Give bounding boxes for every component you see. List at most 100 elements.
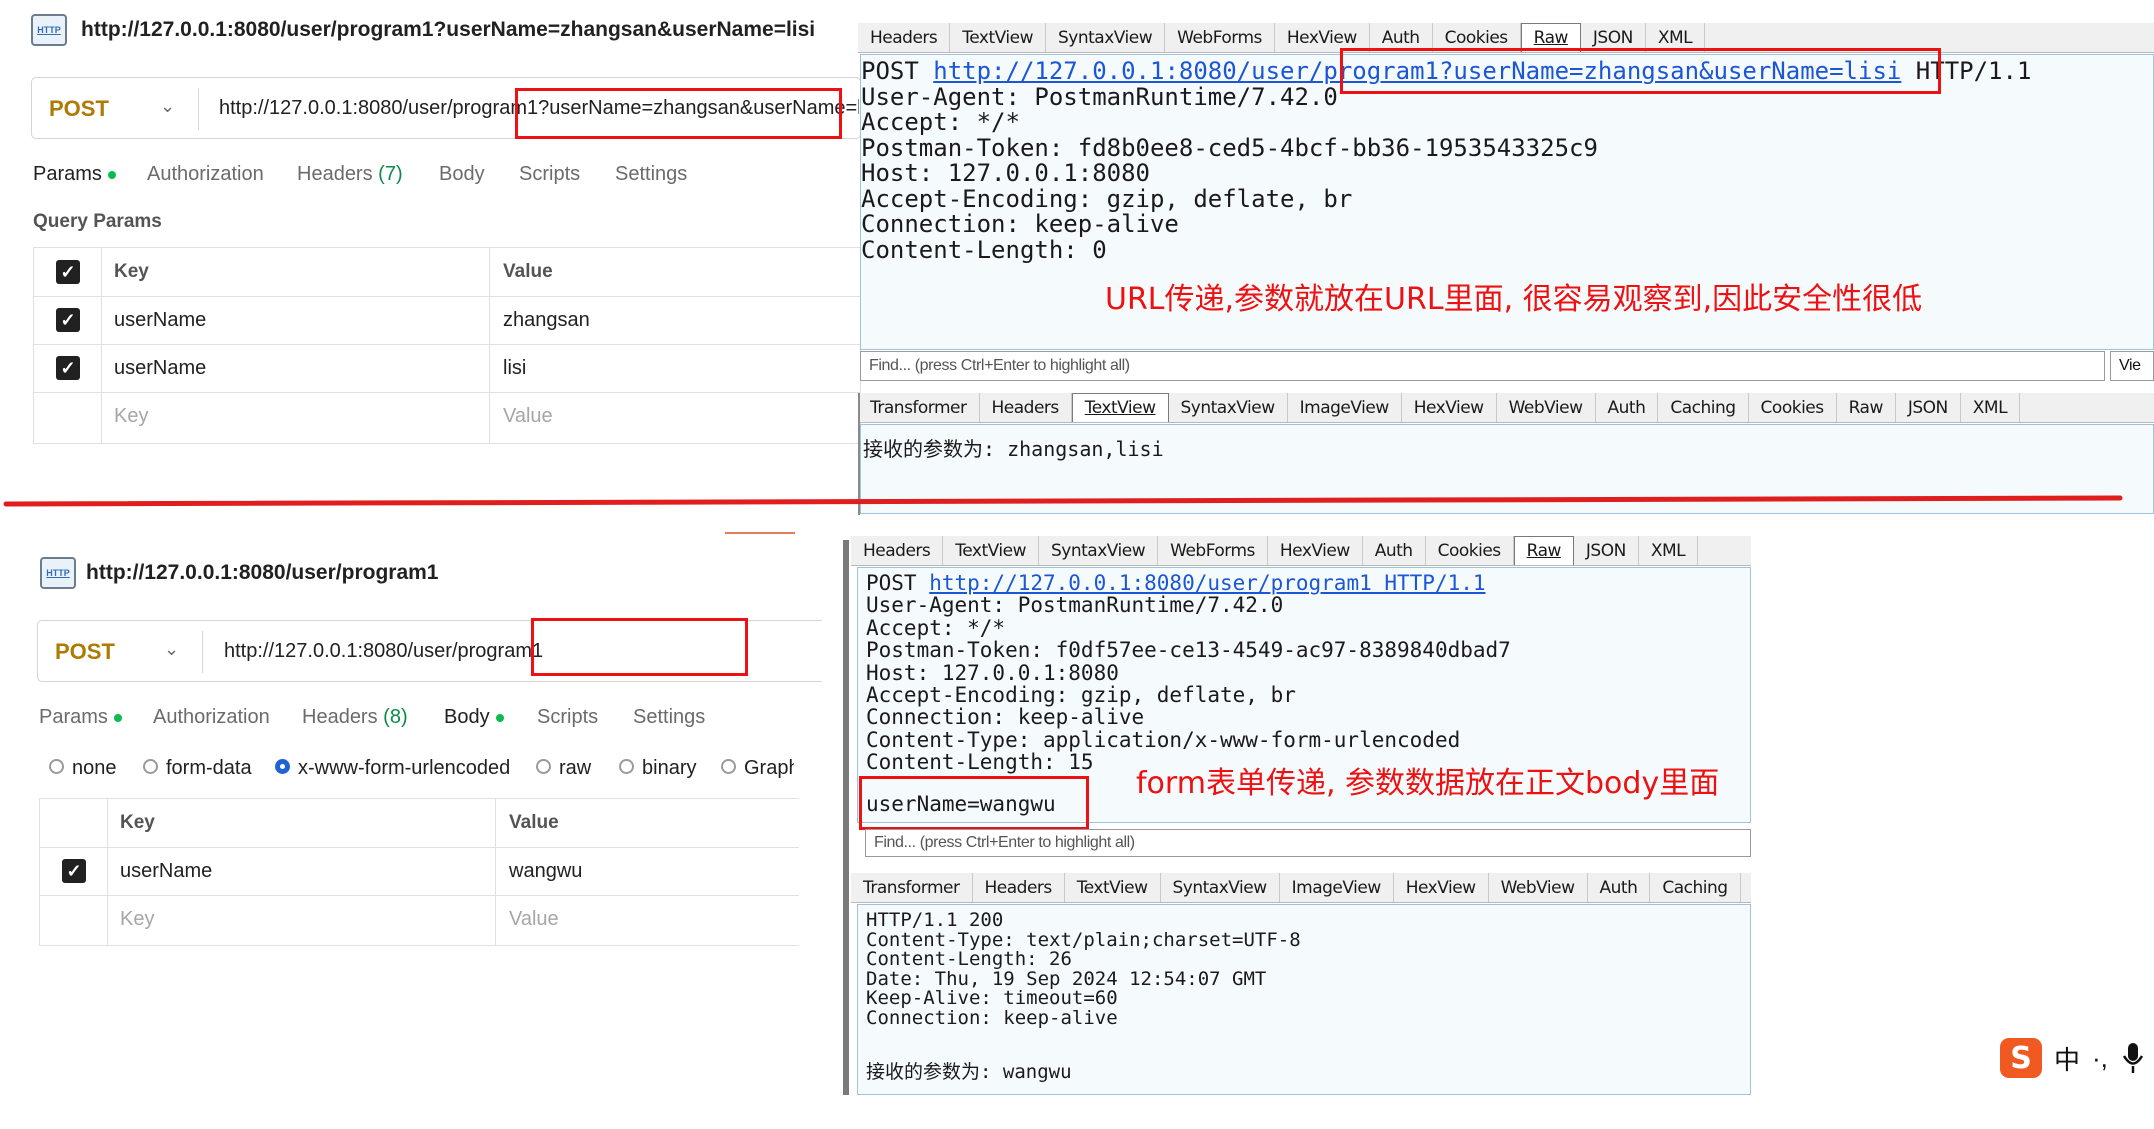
row-checkbox[interactable]: ✓ bbox=[56, 344, 80, 392]
tab-headers-label: Headers bbox=[302, 706, 378, 728]
request-tab-webforms[interactable]: WebForms bbox=[1158, 536, 1268, 565]
response-tab-transformer[interactable]: Transformer bbox=[858, 393, 980, 422]
response-tab-transformer[interactable]: Transformer bbox=[851, 873, 973, 902]
pane-splitter[interactable] bbox=[843, 540, 849, 1095]
response-tab-syntaxview[interactable]: SyntaxView bbox=[1161, 873, 1280, 902]
radio-x-www-form-urlencoded[interactable]: x-www-form-urlencoded bbox=[275, 757, 510, 780]
response-tab-syntaxview[interactable]: SyntaxView bbox=[1169, 393, 1288, 422]
value-placeholder[interactable]: Value bbox=[503, 392, 553, 440]
annotation-text: form表单传递, 参数数据放在正文body里面 bbox=[1136, 766, 1720, 801]
request-tab-raw[interactable]: Raw bbox=[1513, 536, 1574, 565]
ime-punctuation[interactable]: ·, bbox=[2092, 1043, 2108, 1074]
response-tab-cookies[interactable]: Cookies bbox=[1749, 393, 1837, 422]
tab-headers[interactable]: Headers (8) bbox=[302, 706, 408, 729]
request-tab-textview[interactable]: TextView bbox=[950, 23, 1046, 52]
response-tab-textview[interactable]: TextView bbox=[1065, 873, 1161, 902]
response-tab-webview[interactable]: WebView bbox=[1489, 873, 1588, 902]
url-input[interactable]: http://127.0.0.1:8080/user/program1 bbox=[224, 640, 543, 663]
response-tab-caching[interactable]: Caching bbox=[1650, 873, 1741, 902]
microphone-icon[interactable] bbox=[2122, 1041, 2144, 1075]
radio-raw[interactable]: raw bbox=[536, 757, 591, 780]
response-tab-webview[interactable]: WebView bbox=[1497, 393, 1596, 422]
response-tab-headers[interactable]: Headers bbox=[980, 393, 1072, 422]
request-header-line: Accept: */* bbox=[861, 108, 1020, 136]
tab-params[interactable]: Params bbox=[39, 706, 122, 729]
value-placeholder[interactable]: Value bbox=[509, 895, 559, 943]
param-value[interactable]: lisi bbox=[503, 344, 526, 392]
tab-settings[interactable]: Settings bbox=[615, 163, 687, 186]
request-tab-webforms[interactable]: WebForms bbox=[1165, 23, 1275, 52]
table-row: Key Value bbox=[40, 895, 799, 943]
request-url-link[interactable]: http://127.0.0.1:8080/user/program1 HTTP… bbox=[929, 571, 1485, 595]
tab-scripts[interactable]: Scripts bbox=[537, 706, 598, 729]
active-dot bbox=[495, 713, 504, 722]
response-tab-auth[interactable]: Auth bbox=[1588, 873, 1651, 902]
find-input[interactable]: Find... (press Ctrl+Enter to highlight a… bbox=[865, 829, 1751, 857]
active-dot bbox=[113, 713, 122, 722]
response-tab-hexview[interactable]: HexView bbox=[1402, 393, 1497, 422]
response-tab-imageview[interactable]: ImageView bbox=[1288, 393, 1402, 422]
radio-binary[interactable]: binary bbox=[619, 757, 696, 780]
tab-params[interactable]: Params bbox=[33, 163, 116, 186]
request-tab-textview[interactable]: TextView bbox=[943, 536, 1039, 565]
key-placeholder[interactable]: Key bbox=[114, 392, 148, 440]
tab-scripts[interactable]: Scripts bbox=[519, 163, 580, 186]
response-tab-xml[interactable]: XML bbox=[1961, 393, 2021, 422]
select-all-checkbox[interactable]: ✓ bbox=[56, 248, 80, 296]
method-select[interactable]: POST bbox=[49, 96, 109, 122]
request-header-line: Accept-Encoding: gzip, deflate, br bbox=[861, 184, 1353, 213]
request-method: POST bbox=[861, 57, 934, 85]
response-body-text: 接收的参数为: wangwu bbox=[866, 1061, 1072, 1083]
method-select[interactable]: POST bbox=[55, 639, 115, 665]
request-tab-cookies[interactable]: Cookies bbox=[1426, 536, 1514, 565]
response-tab-raw[interactable]: Raw bbox=[1837, 393, 1896, 422]
radio-form-data[interactable]: form-data bbox=[143, 757, 252, 780]
request-tab-headers[interactable]: Headers bbox=[858, 23, 951, 52]
request-tab-headers[interactable]: Headers bbox=[851, 536, 944, 565]
param-key[interactable]: userName bbox=[120, 847, 212, 895]
request-method: POST bbox=[866, 571, 930, 595]
ime-toolbar[interactable]: S 中 ·, bbox=[2000, 1038, 2144, 1078]
response-tab-json[interactable]: JSON bbox=[1896, 393, 1961, 422]
response-tab-hexview[interactable]: HexView bbox=[1394, 873, 1489, 902]
find-input[interactable]: Find... (press Ctrl+Enter to highlight a… bbox=[860, 351, 2105, 381]
request-tab-xml[interactable]: XML bbox=[1639, 536, 1699, 565]
ime-language[interactable]: 中 bbox=[2054, 1040, 2080, 1077]
radio-graphql[interactable]: Graph bbox=[721, 757, 794, 780]
key-placeholder[interactable]: Key bbox=[120, 895, 154, 943]
table-header-row: Key Value bbox=[40, 799, 799, 848]
response-tab-imageview[interactable]: ImageView bbox=[1280, 873, 1394, 902]
request-header-line: Content-Length: 15 bbox=[866, 750, 1094, 775]
chevron-down-icon[interactable]: ⌄ bbox=[160, 96, 175, 117]
tab-headers[interactable]: Headers (7) bbox=[297, 163, 403, 186]
tab-body[interactable]: Body bbox=[439, 163, 485, 186]
response-tab-caching[interactable]: Caching bbox=[1658, 393, 1749, 422]
tab-authorization[interactable]: Authorization bbox=[153, 706, 270, 729]
highlight-box bbox=[1340, 48, 1941, 94]
request-tab-syntaxview[interactable]: SyntaxView bbox=[1046, 23, 1166, 52]
response-tab-headers[interactable]: Headers bbox=[973, 873, 1065, 902]
request-tab-auth[interactable]: Auth bbox=[1363, 536, 1426, 565]
param-key[interactable]: userName bbox=[114, 344, 206, 392]
request-tab-syntaxview[interactable]: SyntaxView bbox=[1039, 536, 1159, 565]
radio-none[interactable]: none bbox=[49, 757, 117, 780]
request-tab-json[interactable]: JSON bbox=[1574, 536, 1639, 565]
chevron-down-icon[interactable]: ⌄ bbox=[164, 639, 179, 660]
row-checkbox[interactable]: ✓ bbox=[62, 847, 86, 895]
highlight-box bbox=[531, 618, 748, 676]
divider bbox=[198, 88, 199, 130]
request-header-line: Host: 127.0.0.1:8080 bbox=[861, 159, 1150, 187]
param-key[interactable]: userName bbox=[114, 296, 206, 344]
tab-authorization[interactable]: Authorization bbox=[147, 163, 264, 186]
param-value[interactable]: wangwu bbox=[509, 847, 582, 895]
response-tab-textview[interactable]: TextView bbox=[1071, 393, 1169, 422]
row-checkbox[interactable]: ✓ bbox=[56, 296, 80, 344]
tab-settings[interactable]: Settings bbox=[633, 706, 705, 729]
value-header: Value bbox=[503, 261, 553, 282]
param-value[interactable]: zhangsan bbox=[503, 296, 590, 344]
raw-request-view: POST http://127.0.0.1:8080/user/program1… bbox=[860, 54, 2154, 350]
tab-body[interactable]: Body bbox=[444, 706, 504, 729]
view-button[interactable]: Vie bbox=[2110, 351, 2154, 381]
request-tab-hexview[interactable]: HexView bbox=[1268, 536, 1363, 565]
response-tab-auth[interactable]: Auth bbox=[1596, 393, 1659, 422]
